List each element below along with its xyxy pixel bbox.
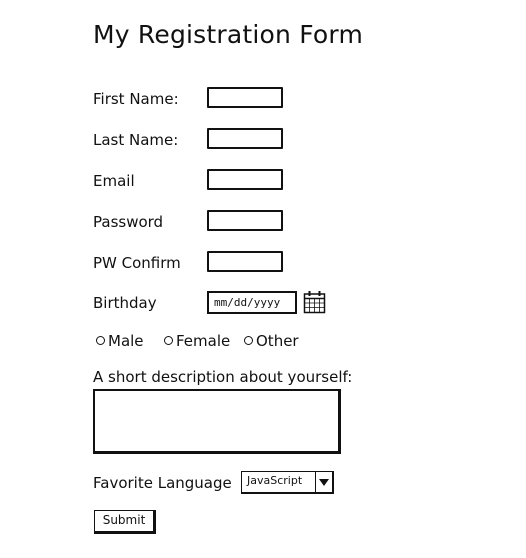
language-selected-value: JavaScript [247,474,303,487]
first-name-label: First Name: [93,90,179,108]
last-name-input[interactable] [207,128,283,149]
description-textarea[interactable] [93,389,341,454]
email-input[interactable] [207,169,283,190]
radio-female-label[interactable]: Female [176,332,230,350]
calendar-icon[interactable] [303,290,326,314]
submit-button[interactable]: Submit [94,510,156,534]
radio-other[interactable] [244,336,253,345]
pw-confirm-label: PW Confirm [93,254,181,272]
password-input[interactable] [207,210,283,231]
radio-female[interactable] [164,336,173,345]
birthday-label: Birthday [93,294,157,312]
first-name-input[interactable] [207,87,283,108]
language-select[interactable]: JavaScript [241,471,334,494]
password-label: Password [93,213,164,231]
select-divider [315,472,316,492]
last-name-label: Last Name: [93,131,179,149]
calendar-icon-graphic [303,291,326,314]
description-label: A short description about yourself: [93,368,353,386]
radio-male-label[interactable]: Male [108,332,144,350]
pw-confirm-input[interactable] [207,251,283,272]
language-label: Favorite Language [93,474,232,492]
birthday-input[interactable]: mm/dd/yyyy [207,291,297,314]
radio-other-label[interactable]: Other [256,332,299,350]
radio-male[interactable] [96,336,105,345]
email-label: Email [93,172,135,190]
page-title: My Registration Form [93,20,363,49]
chevron-down-icon[interactable] [319,479,329,486]
